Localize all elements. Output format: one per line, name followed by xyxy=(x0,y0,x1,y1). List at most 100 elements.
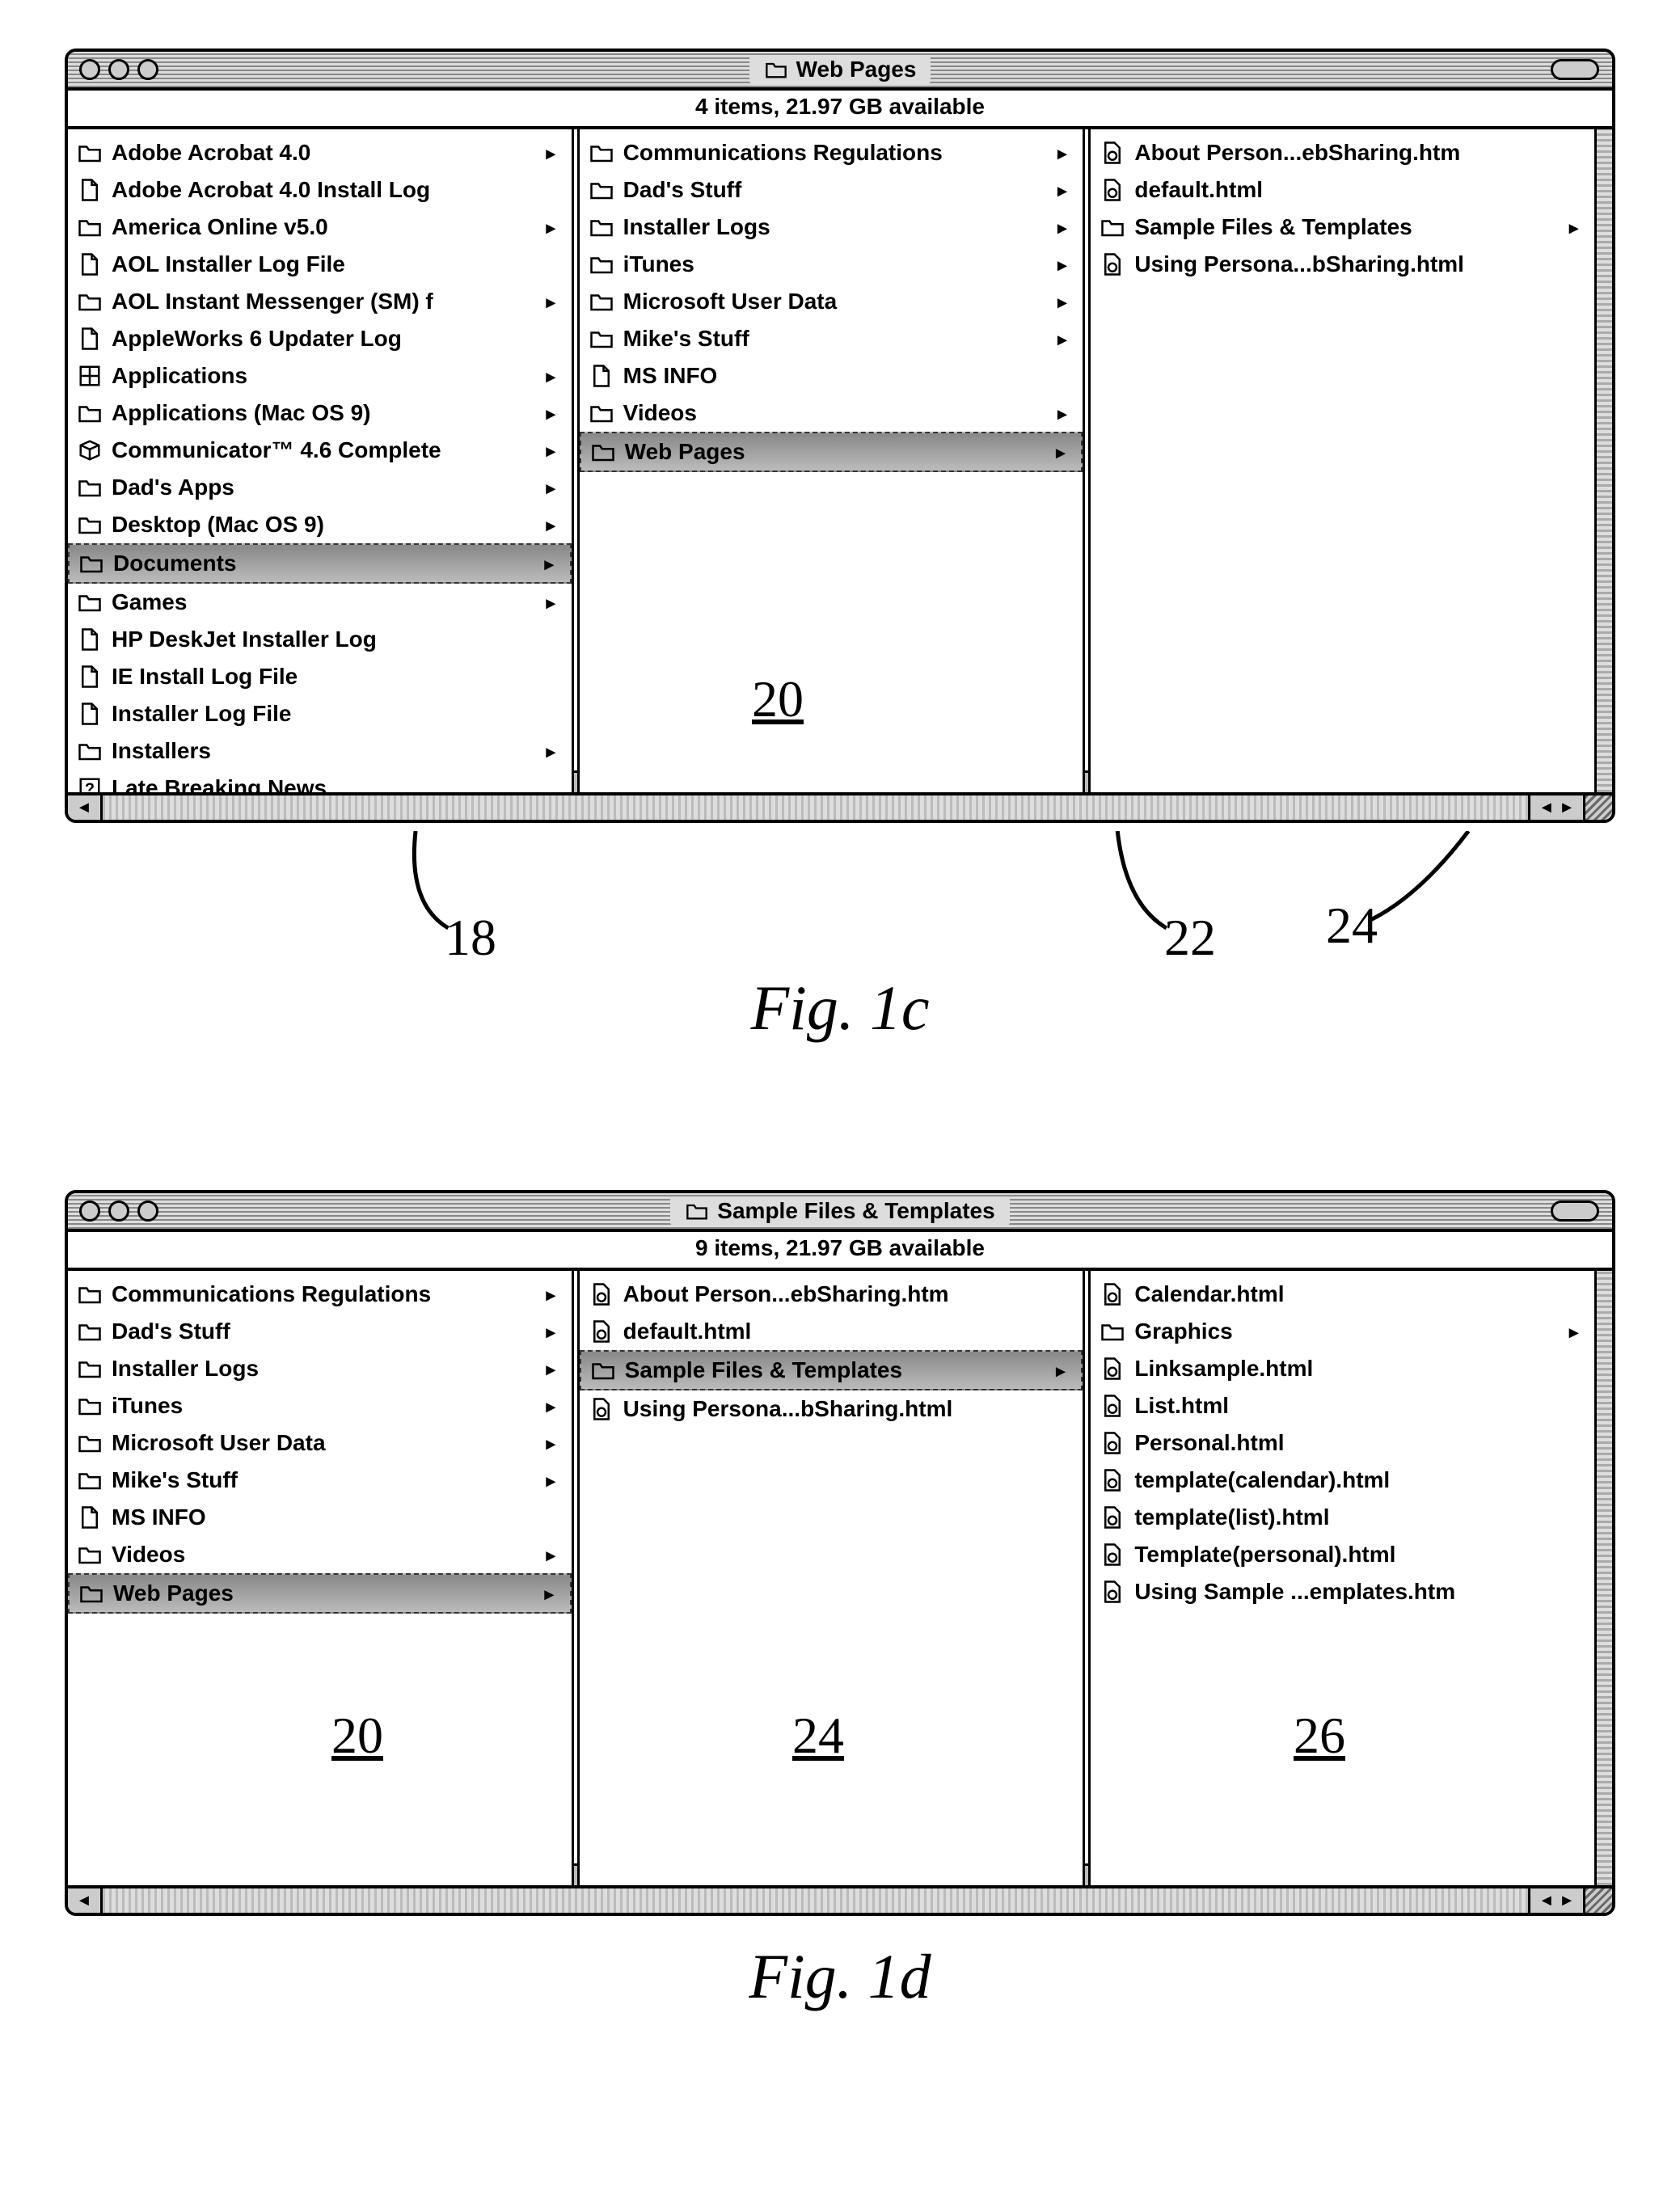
chevron-right-icon: ▸ xyxy=(547,140,562,167)
minimize-icon[interactable] xyxy=(108,1201,129,1222)
list-item[interactable]: Installer Logs▸ xyxy=(68,1350,572,1387)
scroll-track[interactable] xyxy=(103,795,1528,820)
list-item[interactable]: Communications Regulations▸ xyxy=(68,1276,572,1313)
list-item[interactable]: template(list).html xyxy=(1091,1499,1594,1536)
help-icon: ? xyxy=(78,776,102,792)
chevron-right-icon: ▸ xyxy=(547,437,562,464)
list-item[interactable]: ?Late Breaking News xyxy=(68,770,572,792)
item-label: Dad's Apps xyxy=(112,471,234,504)
column-divider[interactable] xyxy=(572,129,580,792)
folder-icon xyxy=(78,513,102,537)
list-item[interactable]: Communicator™ 4.6 Complete▸ xyxy=(68,432,572,469)
scroll-right-icon[interactable]: ◄ ► xyxy=(1528,1888,1583,1913)
toolbar-toggle-button[interactable] xyxy=(1551,59,1599,80)
toolbar-toggle-button[interactable] xyxy=(1551,1201,1599,1222)
list-item[interactable]: Communications Regulations▸ xyxy=(580,134,1083,171)
list-item[interactable]: Linksample.html xyxy=(1091,1350,1594,1387)
list-item[interactable]: Adobe Acrobat 4.0▸ xyxy=(68,134,572,171)
chevron-right-icon: ▸ xyxy=(1057,400,1073,427)
column-2[interactable]: Communications Regulations▸Dad's Stuff▸I… xyxy=(580,129,1083,792)
resize-grip-icon[interactable] xyxy=(1583,795,1612,820)
list-item[interactable]: Applications (Mac OS 9)▸ xyxy=(68,395,572,432)
list-item[interactable]: Desktop (Mac OS 9)▸ xyxy=(68,506,572,543)
list-item[interactable]: Microsoft User Data▸ xyxy=(68,1424,572,1462)
titlebar[interactable]: Web Pages xyxy=(68,52,1612,91)
list-item[interactable]: HP DeskJet Installer Log xyxy=(68,621,572,658)
list-item[interactable]: AOL Instant Messenger (SM) f▸ xyxy=(68,283,572,320)
list-item[interactable]: MS INFO xyxy=(68,1499,572,1536)
list-item[interactable]: Sample Files & Templates▸ xyxy=(1091,209,1594,246)
list-item[interactable]: Web Pages▸ xyxy=(68,1573,572,1614)
list-item[interactable]: Sample Files & Templates▸ xyxy=(580,1350,1083,1390)
horizontal-scrollbar[interactable]: ◄ ◄ ► xyxy=(68,1885,1612,1913)
list-item[interactable]: About Person...ebSharing.htm xyxy=(580,1276,1083,1313)
list-item[interactable]: Mike's Stuff▸ xyxy=(580,320,1083,357)
list-item[interactable]: Installer Log File xyxy=(68,695,572,732)
html-icon xyxy=(1100,1282,1125,1306)
zoom-icon[interactable] xyxy=(137,59,158,80)
column-2[interactable]: About Person...ebSharing.htmdefault.html… xyxy=(580,1271,1083,1885)
list-item[interactable]: Using Persona...bSharing.html xyxy=(580,1390,1083,1428)
list-item[interactable]: Applications▸ xyxy=(68,357,572,395)
item-label: Dad's Stuff xyxy=(623,173,742,207)
list-item[interactable]: Installers▸ xyxy=(68,732,572,770)
list-item[interactable]: Documents▸ xyxy=(68,543,572,584)
column-3[interactable]: About Person...ebSharing.htmdefault.html… xyxy=(1091,129,1594,792)
list-item[interactable]: Graphics▸ xyxy=(1091,1313,1594,1350)
folder-icon xyxy=(589,178,614,202)
list-item[interactable]: MS INFO xyxy=(580,357,1083,395)
resize-grip-icon[interactable] xyxy=(1583,1888,1612,1913)
titlebar[interactable]: Sample Files & Templates xyxy=(68,1193,1612,1232)
column-divider[interactable] xyxy=(1083,1271,1091,1885)
list-item[interactable]: List.html xyxy=(1091,1387,1594,1424)
list-item[interactable]: AOL Installer Log File xyxy=(68,246,572,283)
list-item[interactable]: Videos▸ xyxy=(580,395,1083,432)
scroll-track[interactable] xyxy=(103,1888,1528,1913)
list-item[interactable]: Games▸ xyxy=(68,584,572,621)
list-item[interactable]: Dad's Stuff▸ xyxy=(580,171,1083,209)
list-item[interactable]: Microsoft User Data▸ xyxy=(580,283,1083,320)
column-divider[interactable] xyxy=(572,1271,580,1885)
scroll-left-icon[interactable]: ◄ xyxy=(68,1888,103,1913)
list-item[interactable]: iTunes▸ xyxy=(68,1387,572,1424)
list-item[interactable]: America Online v5.0▸ xyxy=(68,209,572,246)
item-label: HP DeskJet Installer Log xyxy=(112,622,377,656)
zoom-icon[interactable] xyxy=(137,1201,158,1222)
list-item[interactable]: default.html xyxy=(1091,171,1594,209)
svg-text:?: ? xyxy=(85,781,95,793)
list-item[interactable]: Adobe Acrobat 4.0 Install Log xyxy=(68,171,572,209)
doc-icon xyxy=(78,178,102,202)
list-item[interactable]: Template(personal).html xyxy=(1091,1536,1594,1573)
list-item[interactable]: iTunes▸ xyxy=(580,246,1083,283)
vertical-scrollbar[interactable] xyxy=(1594,1271,1612,1885)
chevron-right-icon: ▸ xyxy=(1569,1319,1585,1345)
minimize-icon[interactable] xyxy=(108,59,129,80)
folder-icon xyxy=(78,141,102,165)
column-1[interactable]: Adobe Acrobat 4.0▸Adobe Acrobat 4.0 Inst… xyxy=(68,129,572,792)
list-item[interactable]: Videos▸ xyxy=(68,1536,572,1573)
scroll-left-icon[interactable]: ◄ xyxy=(68,795,103,820)
list-item[interactable]: Mike's Stuff▸ xyxy=(68,1462,572,1499)
list-item[interactable]: Personal.html xyxy=(1091,1424,1594,1462)
list-item[interactable]: Dad's Apps▸ xyxy=(68,469,572,506)
item-label: Installers xyxy=(112,734,211,768)
horizontal-scrollbar[interactable]: ◄ ◄ ► xyxy=(68,792,1612,820)
list-item[interactable]: IE Install Log File xyxy=(68,658,572,695)
list-item[interactable]: AppleWorks 6 Updater Log xyxy=(68,320,572,357)
list-item[interactable]: Dad's Stuff▸ xyxy=(68,1313,572,1350)
list-item[interactable]: Web Pages▸ xyxy=(580,432,1083,472)
list-item[interactable]: template(calendar).html xyxy=(1091,1462,1594,1499)
list-item[interactable]: Calendar.html xyxy=(1091,1276,1594,1313)
column-divider[interactable] xyxy=(1083,129,1091,792)
close-icon[interactable] xyxy=(79,1201,100,1222)
column-1[interactable]: Communications Regulations▸Dad's Stuff▸I… xyxy=(68,1271,572,1885)
list-item[interactable]: Using Persona...bSharing.html xyxy=(1091,246,1594,283)
list-item[interactable]: default.html xyxy=(580,1313,1083,1350)
scroll-right-icon[interactable]: ◄ ► xyxy=(1528,795,1583,820)
list-item[interactable]: About Person...ebSharing.htm xyxy=(1091,134,1594,171)
close-icon[interactable] xyxy=(79,59,100,80)
list-item[interactable]: Installer Logs▸ xyxy=(580,209,1083,246)
vertical-scrollbar[interactable] xyxy=(1594,129,1612,792)
list-item[interactable]: Using Sample ...emplates.htm xyxy=(1091,1573,1594,1610)
column-3[interactable]: Calendar.htmlGraphics▸Linksample.htmlLis… xyxy=(1091,1271,1594,1885)
